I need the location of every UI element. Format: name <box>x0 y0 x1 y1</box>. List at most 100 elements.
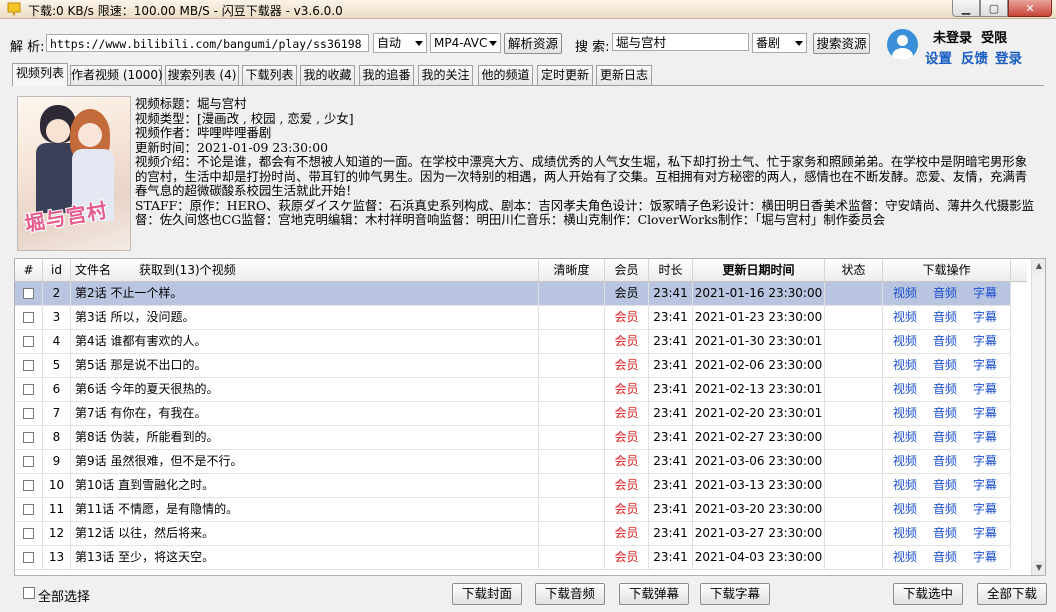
login-link[interactable]: 登录 <box>995 47 1022 67</box>
download-subtitle-link[interactable]: 字幕 <box>973 282 997 305</box>
format-select[interactable]: MP4-AVC <box>430 33 501 53</box>
download-audio-link[interactable]: 音频 <box>933 498 957 521</box>
table-row[interactable]: 5 第5话 那是说不出口的。 会员 23:41 2021-02-06 23:30:00 视… <box>15 354 1011 378</box>
download-subtitle-link[interactable]: 字幕 <box>973 522 997 545</box>
tab-channel[interactable]: 他的频道 <box>478 65 533 85</box>
row-checkbox[interactable] <box>23 504 34 515</box>
download-audio-link[interactable]: 音频 <box>933 522 957 545</box>
close-icon[interactable]: ✕ <box>1008 0 1052 17</box>
user-avatar-icon[interactable] <box>887 29 918 60</box>
table-row[interactable]: 6 第6话 今年的夏天很热的。 会员 23:41 2021-02-13 23:30:01… <box>15 378 1011 402</box>
download-video-link[interactable]: 视频 <box>893 354 917 377</box>
tab-download-list[interactable]: 下载列表 <box>242 65 297 85</box>
col-download-actions[interactable]: 下载操作 <box>883 259 1011 281</box>
tab-following[interactable]: 我的关注 <box>418 65 473 85</box>
table-row[interactable]: 2 第2话 不止一个样。 会员 23:41 2021-01-16 23:30:00 视频音… <box>15 282 1011 306</box>
download-video-link[interactable]: 视频 <box>893 498 917 521</box>
table-row[interactable]: 9 第9话 虽然很难，但不是不行。 会员 23:41 2021-03-06 23:30:… <box>15 450 1011 474</box>
feedback-link[interactable]: 反馈 <box>961 47 988 67</box>
download-subtitle-button[interactable]: 下载字幕 <box>700 583 770 605</box>
table-row[interactable]: 11 第11话 不情愿，是有隐情的。 会员 23:41 2021-03-20 23:30… <box>15 498 1011 522</box>
download-subtitle-link[interactable]: 字幕 <box>973 402 997 425</box>
col-duration[interactable]: 时长 <box>649 259 693 281</box>
download-danmaku-button[interactable]: 下载弹幕 <box>619 583 689 605</box>
tab-changelog[interactable]: 更新日志 <box>596 65 652 85</box>
download-subtitle-link[interactable]: 字幕 <box>973 378 997 401</box>
search-type-select[interactable]: 番剧 <box>752 33 807 53</box>
tab-followed-bangumi[interactable]: 我的追番 <box>359 65 414 85</box>
col-status[interactable]: 状态 <box>825 259 883 281</box>
row-checkbox[interactable] <box>23 432 34 443</box>
download-audio-link[interactable]: 音频 <box>933 378 957 401</box>
table-row[interactable]: 4 第4话 谁都有害欢的人。 会员 23:41 2021-01-30 23:30:01 视… <box>15 330 1011 354</box>
table-row[interactable]: 3 第3话 所以，没问题。 会员 23:41 2021-01-23 23:30:00 视频… <box>15 306 1011 330</box>
download-audio-link[interactable]: 音频 <box>933 282 957 305</box>
download-video-link[interactable]: 视频 <box>893 402 917 425</box>
maximize-icon[interactable]: ▢ <box>980 0 1008 17</box>
settings-link[interactable]: 设置 <box>925 47 952 67</box>
download-selected-button[interactable]: 下载选中 <box>893 583 963 605</box>
search-button[interactable]: 搜索资源 <box>813 33 870 54</box>
table-row[interactable]: 8 第8话 伪装，所能看到的。 会员 23:41 2021-02-27 23:30:00… <box>15 426 1011 450</box>
tab-video-list[interactable]: 视频列表 <box>12 63 68 86</box>
download-audio-link[interactable]: 音频 <box>933 330 957 353</box>
tab-favorites[interactable]: 我的收藏 <box>300 65 355 85</box>
select-all-label[interactable]: 全部选择 <box>38 586 90 605</box>
col-index[interactable]: # <box>15 259 43 281</box>
download-subtitle-link[interactable]: 字幕 <box>973 474 997 497</box>
download-audio-link[interactable]: 音频 <box>933 354 957 377</box>
download-video-link[interactable]: 视频 <box>893 282 917 305</box>
download-video-link[interactable]: 视频 <box>893 426 917 449</box>
download-audio-link[interactable]: 音频 <box>933 450 957 473</box>
row-checkbox[interactable] <box>23 336 34 347</box>
row-checkbox[interactable] <box>23 456 34 467</box>
tab-search-list[interactable]: 搜索列表 (4) <box>165 65 239 85</box>
download-all-button[interactable]: 全部下载 <box>977 583 1047 605</box>
tab-scheduled-update[interactable]: 定时更新 <box>537 65 593 85</box>
col-filename[interactable]: 文件名 <box>71 259 139 281</box>
table-row[interactable]: 13 第13话 至少，将这天空。 会员 23:41 2021-04-03 23:30:0… <box>15 546 1011 570</box>
download-video-link[interactable]: 视频 <box>893 330 917 353</box>
download-video-link[interactable]: 视频 <box>893 450 917 473</box>
table-row[interactable]: 10 第10话 直到雪融化之时。 会员 23:41 2021-03-13 23:30:0… <box>15 474 1011 498</box>
table-row[interactable]: 7 第7话 有你在，有我在。 会员 23:41 2021-02-20 23:30:01 视… <box>15 402 1011 426</box>
download-subtitle-link[interactable]: 字幕 <box>973 546 997 569</box>
url-input[interactable]: https://www.bilibili.com/bangumi/play/ss… <box>46 34 369 52</box>
download-subtitle-link[interactable]: 字幕 <box>973 306 997 329</box>
scroll-up-icon[interactable]: ▲ <box>1032 259 1045 273</box>
download-audio-link[interactable]: 音频 <box>933 426 957 449</box>
download-subtitle-link[interactable]: 字幕 <box>973 354 997 377</box>
row-checkbox[interactable] <box>23 312 34 323</box>
download-video-link[interactable]: 视频 <box>893 522 917 545</box>
download-video-link[interactable]: 视频 <box>893 474 917 497</box>
scroll-down-icon[interactable]: ▼ <box>1032 561 1045 575</box>
quality-select[interactable]: 自动 <box>373 33 427 53</box>
col-id[interactable]: id <box>43 259 71 281</box>
download-video-link[interactable]: 视频 <box>893 546 917 569</box>
search-input[interactable]: 堀与宫村 <box>612 33 749 51</box>
download-subtitle-link[interactable]: 字幕 <box>973 450 997 473</box>
download-audio-link[interactable]: 音频 <box>933 546 957 569</box>
table-row[interactable]: 12 第12话 以往，然后将来。 会员 23:41 2021-03-27 23:30:0… <box>15 522 1011 546</box>
row-checkbox[interactable] <box>23 552 34 563</box>
download-audio-link[interactable]: 音频 <box>933 474 957 497</box>
download-subtitle-link[interactable]: 字幕 <box>973 426 997 449</box>
select-all-checkbox[interactable] <box>23 587 35 599</box>
download-audio-link[interactable]: 音频 <box>933 306 957 329</box>
col-quality[interactable]: 清晰度 <box>539 259 605 281</box>
minimize-icon[interactable]: ▁ <box>952 0 980 17</box>
row-checkbox[interactable] <box>23 360 34 371</box>
row-checkbox[interactable] <box>23 480 34 491</box>
col-member[interactable]: 会员 <box>605 259 649 281</box>
row-checkbox[interactable] <box>23 288 34 299</box>
row-checkbox[interactable] <box>23 384 34 395</box>
row-checkbox[interactable] <box>23 408 34 419</box>
download-audio-link[interactable]: 音频 <box>933 402 957 425</box>
download-video-link[interactable]: 视频 <box>893 306 917 329</box>
download-subtitle-link[interactable]: 字幕 <box>973 498 997 521</box>
download-cover-button[interactable]: 下载封面 <box>452 583 522 605</box>
vertical-scrollbar[interactable]: ▲ ▼ <box>1031 259 1045 575</box>
parse-button[interactable]: 解析资源 <box>504 33 562 54</box>
row-checkbox[interactable] <box>23 528 34 539</box>
download-subtitle-link[interactable]: 字幕 <box>973 330 997 353</box>
